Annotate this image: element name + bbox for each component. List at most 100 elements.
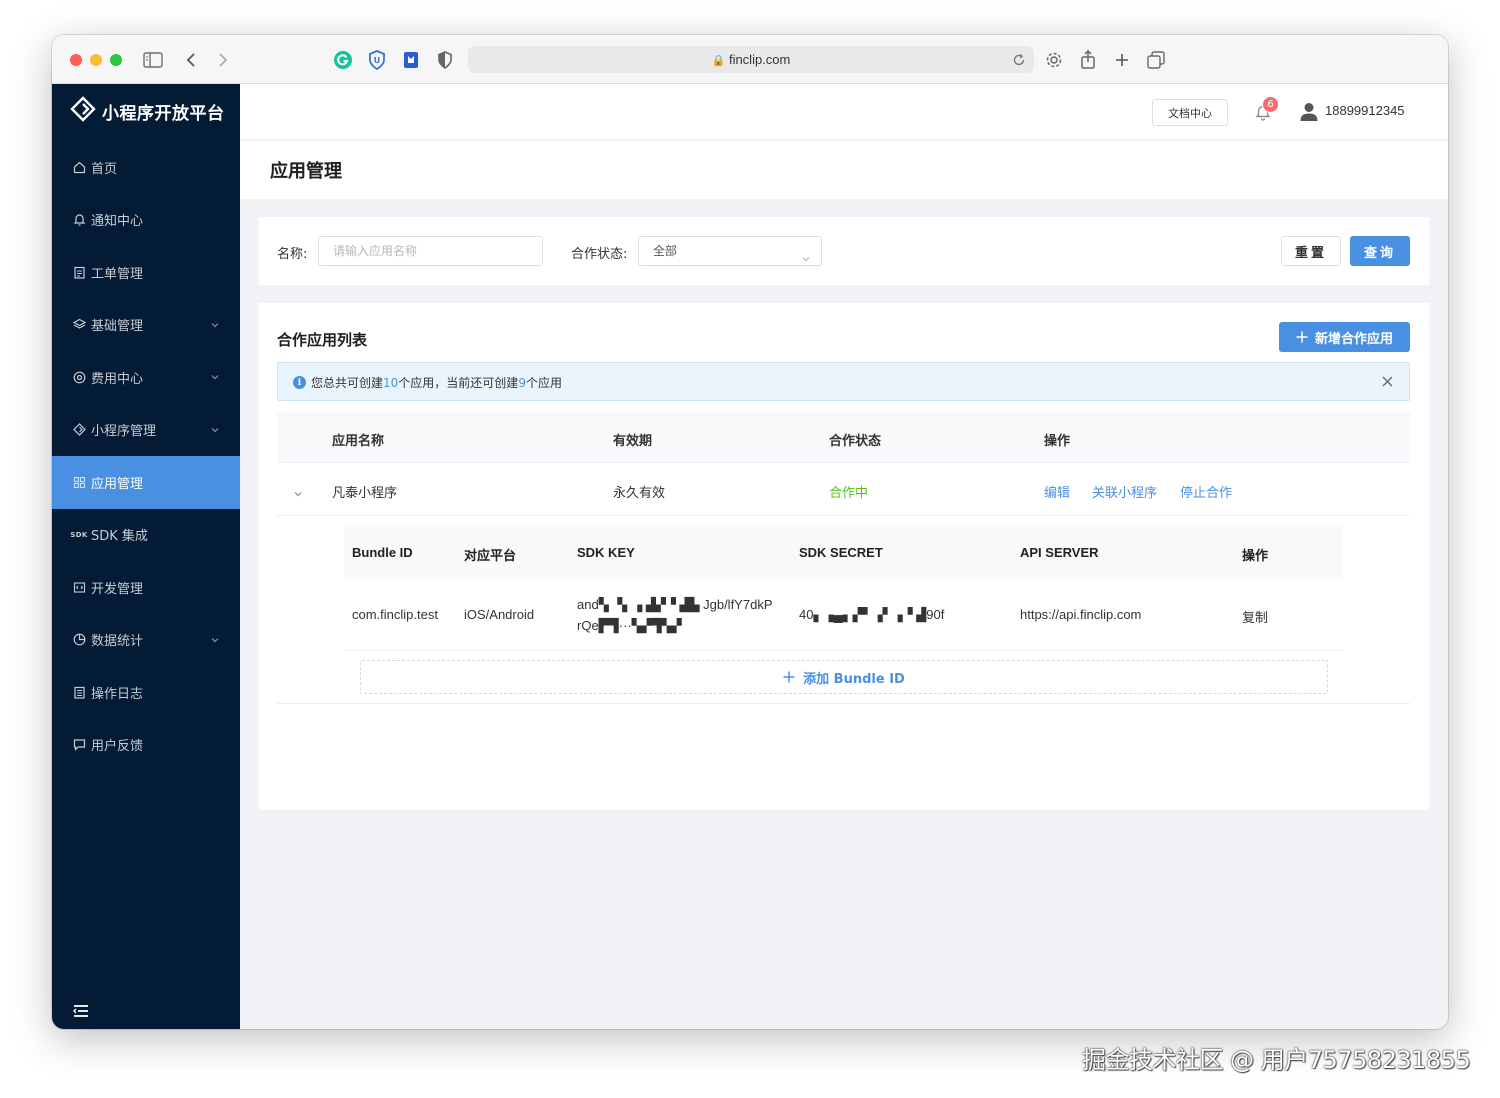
address-bar[interactable]: 🔒 finclip.com xyxy=(468,46,1034,73)
reset-button[interactable]: 重置 xyxy=(1281,236,1341,266)
bundle-id-cell: com.finclip.test xyxy=(352,607,438,622)
diamond-logo-icon xyxy=(70,96,96,126)
page-title: 应用管理 xyxy=(270,161,342,182)
app-list-panel: 合作应用列表 新增合作应用 i 您总共可创建10个应用，当前还可创建9个应用 应… xyxy=(259,303,1429,810)
sdk-key-line-2: rQe▛▜···▚▞▜▚▞ xyxy=(577,618,682,633)
code-window-icon xyxy=(72,580,86,594)
sidebar-item-label: 基础管理 xyxy=(91,319,144,335)
add-bundle-id-button[interactable]: 添加 Bundle ID xyxy=(360,660,1328,694)
status-cell: 合作中 xyxy=(829,486,869,501)
status-select[interactable]: 全部 xyxy=(638,236,822,266)
chevron-down-icon[interactable] xyxy=(293,484,303,497)
sidebar-item-label: 小程序管理 xyxy=(91,424,157,440)
browser-window: U 🔒 finclip.com 小程序开放平台 首页 通知中心 工单管理 基础管… xyxy=(52,35,1448,1029)
url-text: 🔒 finclip.com xyxy=(468,52,1034,67)
alert-text: 您总共可创建10个应用，当前还可创建9个应用 xyxy=(311,374,562,391)
table-divider xyxy=(277,703,1410,704)
sidebar-item-notifications[interactable]: 通知中心 xyxy=(52,194,240,247)
close-icon[interactable] xyxy=(1382,376,1393,387)
grid-icon xyxy=(72,475,86,489)
close-window-button[interactable] xyxy=(70,54,82,66)
diamond-icon xyxy=(72,423,86,437)
doc-center-button[interactable]: 文档中心 xyxy=(1152,99,1228,126)
user-avatar-icon[interactable] xyxy=(1300,102,1318,122)
quota-info-alert: i 您总共可创建10个应用，当前还可创建9个应用 xyxy=(277,362,1410,401)
pie-chart-icon xyxy=(72,633,86,647)
collapse-menu-icon[interactable] xyxy=(73,1003,89,1017)
half-shield-icon[interactable] xyxy=(434,49,456,71)
svg-text:U: U xyxy=(374,56,381,65)
chevron-down-icon xyxy=(210,371,220,381)
back-icon[interactable] xyxy=(180,49,202,71)
column-header-platform: 对应平台 xyxy=(464,548,517,563)
add-button-label: 新增合作应用 xyxy=(1314,331,1393,347)
sidebar-item-label: 费用中心 xyxy=(91,371,144,387)
logo-text: 小程序开放平台 xyxy=(102,103,225,124)
url-domain: finclip.com xyxy=(728,52,791,67)
sidebar-item-operation-log[interactable]: 操作日志 xyxy=(52,666,240,719)
filter-panel: 名称: 请输入应用名称 合作状态: 全部 重置 查询 xyxy=(259,217,1429,285)
privacy-shield-extension-icon[interactable]: U xyxy=(366,49,388,71)
sidebar-item-home[interactable]: 首页 xyxy=(52,141,240,194)
sidebar-item-billing[interactable]: 费用中心 xyxy=(52,351,240,404)
reload-icon[interactable] xyxy=(1012,52,1026,66)
notification-badge: 6 xyxy=(1262,96,1279,113)
column-header-validity: 有效期 xyxy=(613,434,653,449)
minimize-window-button[interactable] xyxy=(90,54,102,66)
app-name-search-input[interactable]: 请输入应用名称 xyxy=(318,236,543,266)
layers-icon xyxy=(72,318,86,332)
sidebar-toggle-icon[interactable] xyxy=(142,49,164,71)
column-header-actions: 操作 xyxy=(1044,434,1071,449)
link-miniprogram-link[interactable]: 关联小程序 xyxy=(1092,482,1157,501)
chevron-down-icon xyxy=(210,424,220,434)
sidebar-item-development[interactable]: 开发管理 xyxy=(52,561,240,614)
column-header-sdk-key: SDK KEY xyxy=(577,545,635,560)
sidebar-item-tickets[interactable]: 工单管理 xyxy=(52,246,240,299)
column-header-sdk-secret: SDK SECRET xyxy=(799,545,883,560)
validity-cell: 永久有效 xyxy=(613,486,666,501)
copy-link[interactable]: 复制 xyxy=(1242,607,1268,626)
sidebar-item-statistics[interactable]: 数据统计 xyxy=(52,614,240,667)
log-icon xyxy=(72,685,86,699)
status-select-value: 全部 xyxy=(653,244,678,258)
platform-logo[interactable]: 小程序开放平台 xyxy=(70,96,225,126)
sdk-key-line-1: and▚ ▝▖▗ ▟▞▝ ▟▙ Jgb/lfY7dkP xyxy=(577,597,773,612)
new-tab-plus-icon[interactable] xyxy=(1111,49,1133,71)
sidebar-item-label: 通知中心 xyxy=(91,214,144,230)
grammarly-extension-icon[interactable] xyxy=(332,49,354,71)
alert-middle: 个应用，当前还可创建 xyxy=(398,376,519,390)
sdk-secret-cell: 40▖▗▄▖▞▘▗▘▗▝ ▟90f xyxy=(799,607,945,622)
zoom-window-button[interactable] xyxy=(110,54,122,66)
sidebar: 小程序开放平台 首页 通知中心 工单管理 基础管理 费用中心 小程序管理 应用管… xyxy=(52,84,240,1029)
sidebar-item-sdk-integration[interactable]: SDK SDK 集成 xyxy=(52,509,240,562)
page-title-bar: 应用管理 xyxy=(240,141,1448,199)
column-header-bundle-id: Bundle ID xyxy=(352,545,413,560)
forward-icon[interactable] xyxy=(212,49,234,71)
sidebar-item-miniprogram-management[interactable]: 小程序管理 xyxy=(52,404,240,457)
stop-cooperation-link[interactable]: 停止合作 xyxy=(1180,482,1232,501)
watermark-text: 掘金技术社区 @ 用户75758231855 xyxy=(1082,1046,1471,1074)
browser-toolbar: U 🔒 finclip.com xyxy=(52,35,1448,84)
settings-gear-icon[interactable] xyxy=(1043,49,1065,71)
api-server-cell: https://api.finclip.com xyxy=(1020,607,1142,622)
bundle-table-header: Bundle ID 对应平台 SDK KEY SDK SECRET API SE… xyxy=(344,525,1343,579)
edit-link[interactable]: 编辑 xyxy=(1044,482,1070,501)
sidebar-item-user-feedback[interactable]: 用户反馈 xyxy=(52,719,240,772)
add-bundle-label: 添加 Bundle ID xyxy=(803,671,905,687)
bookmark-extension-icon[interactable] xyxy=(400,49,422,71)
alert-prefix: 您总共可创建 xyxy=(311,376,384,390)
sidebar-item-basic-management[interactable]: 基础管理 xyxy=(52,299,240,352)
sidebar-menu: 首页 通知中心 工单管理 基础管理 费用中心 小程序管理 应用管理 SDK SD… xyxy=(52,141,240,771)
user-phone[interactable]: 18899912345 xyxy=(1325,103,1405,118)
sdk-key-cell: and▚ ▝▖▗ ▟▞▝ ▟▙ Jgb/lfY7dkP rQe▛▜···▚▞▜▚… xyxy=(577,594,773,636)
alert-remaining-count: 9 xyxy=(518,376,526,390)
add-cooperation-app-button[interactable]: 新增合作应用 xyxy=(1279,322,1410,352)
share-icon[interactable] xyxy=(1077,49,1099,71)
sidebar-item-app-management[interactable]: 应用管理 xyxy=(52,456,240,509)
query-button[interactable]: 查询 xyxy=(1350,236,1410,266)
column-header-api-server: API SERVER xyxy=(1020,545,1099,560)
sidebar-item-label: 开发管理 xyxy=(91,581,144,597)
sdk-icon: SDK xyxy=(70,530,88,539)
home-icon xyxy=(72,160,86,174)
tab-overview-icon[interactable] xyxy=(1145,49,1167,71)
